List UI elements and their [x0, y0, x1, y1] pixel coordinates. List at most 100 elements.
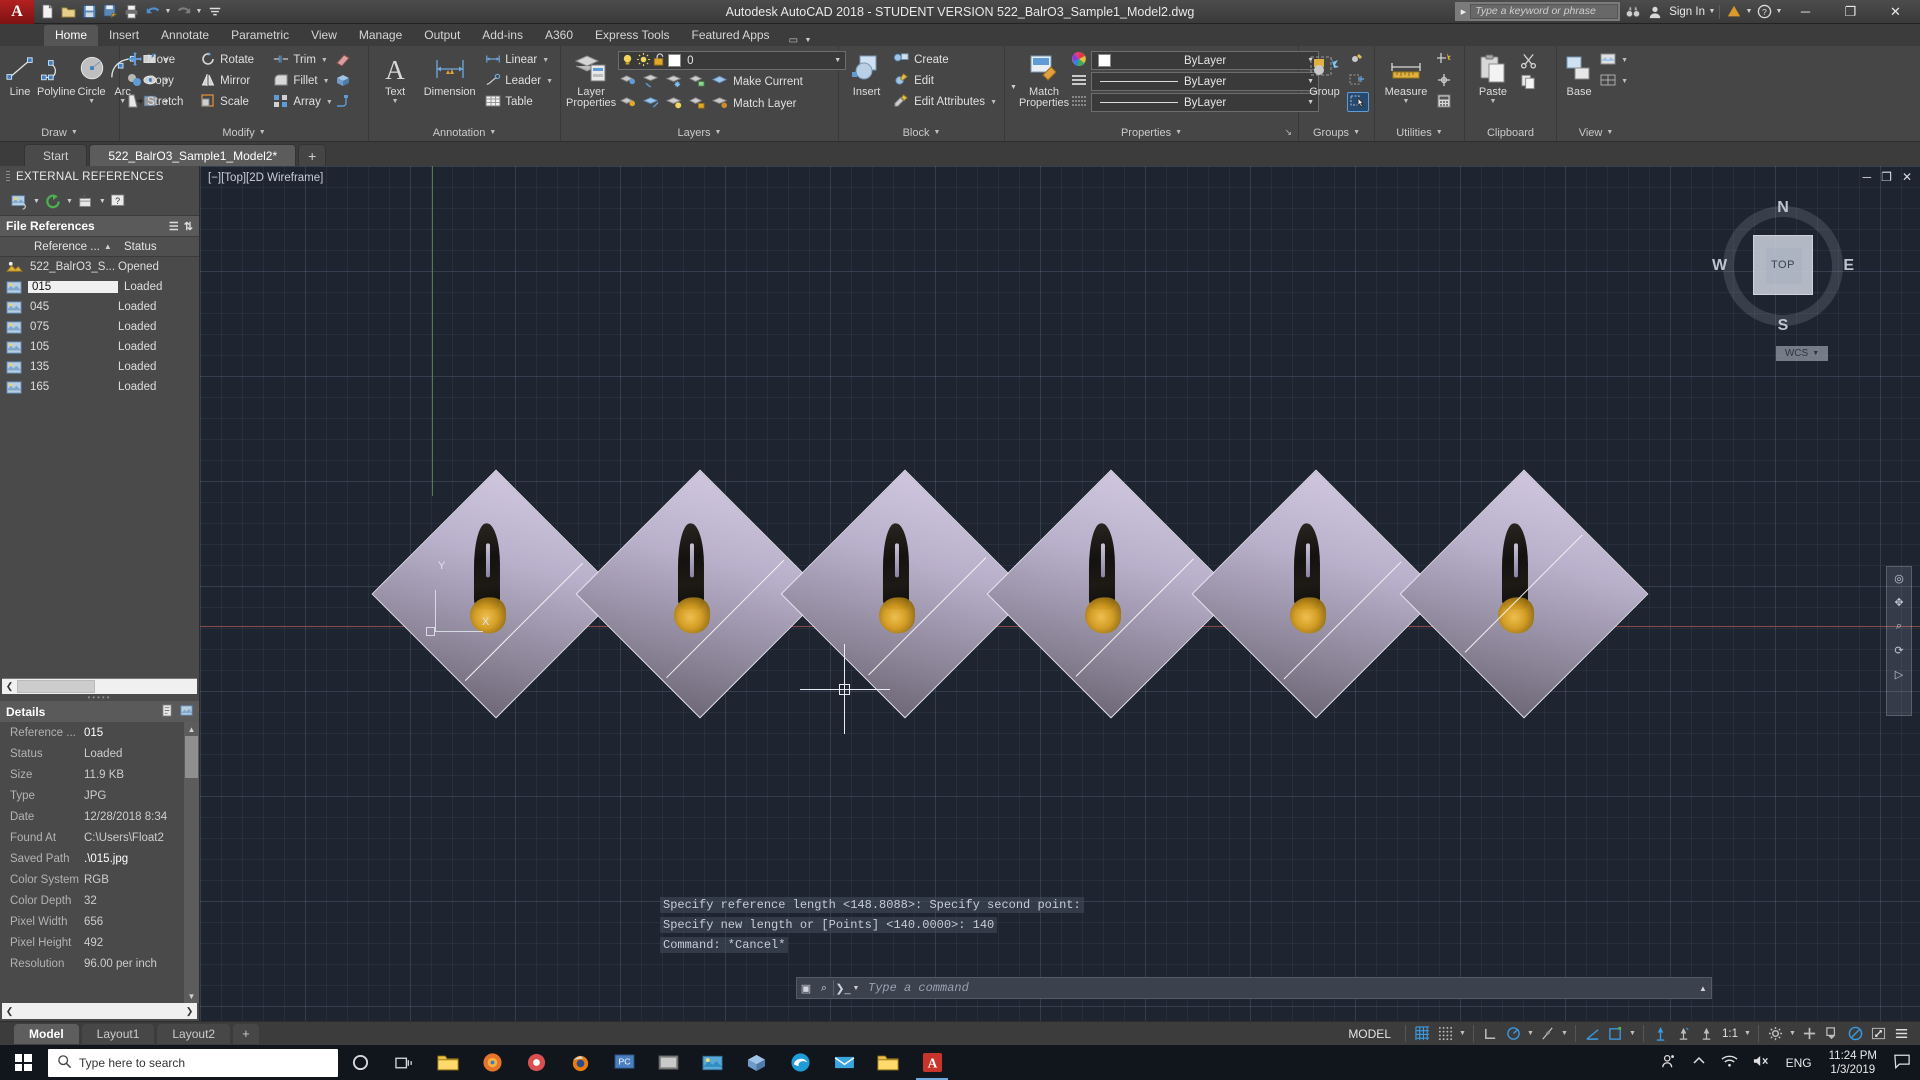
start-button[interactable] — [0, 1045, 46, 1080]
group-edit-button[interactable] — [1347, 71, 1369, 91]
lineweight-icon[interactable] — [1071, 93, 1087, 112]
layer-lock-button[interactable] — [687, 72, 708, 92]
palette-splitter[interactable]: ••••• — [0, 693, 199, 702]
panel-utilities-title[interactable]: Utilities ▼ — [1375, 124, 1464, 141]
erase-button[interactable] — [333, 50, 363, 70]
sun-icon[interactable] — [637, 52, 651, 69]
table-row[interactable]: 105 Loaded — [0, 337, 199, 357]
insert-block-button[interactable]: Insert — [844, 50, 889, 98]
viewport-dropdown-icon[interactable]: ▼ — [1620, 78, 1628, 85]
plot-icon[interactable] — [122, 2, 141, 21]
panel-properties-title[interactable]: Properties ▼ ↘ — [1005, 124, 1298, 141]
ucs-display-icon[interactable] — [1605, 1024, 1626, 1044]
maximize-button[interactable]: ❐ — [1828, 0, 1873, 24]
action-center-icon[interactable] — [1888, 1054, 1916, 1072]
chevron-down-icon[interactable]: ▼ — [259, 129, 266, 136]
taskbar-app-firefox[interactable] — [470, 1045, 514, 1080]
command-dropdown-icon[interactable]: ▼ — [852, 985, 860, 992]
array-dropdown-icon[interactable]: ▼ — [325, 99, 333, 106]
3d-solid-button[interactable] — [333, 71, 363, 91]
taskbar-app-photos[interactable] — [690, 1045, 734, 1080]
exchange-dropdown-icon[interactable]: ▼ — [1745, 8, 1753, 15]
panel-draw-title[interactable]: Draw ▼ — [0, 124, 119, 141]
hardware-accel-icon[interactable] — [1799, 1024, 1820, 1044]
scroll-left-icon[interactable]: ❮ — [2, 1006, 17, 1017]
signin-dropdown-icon[interactable]: ▼ — [1708, 8, 1716, 15]
scroll-thumb[interactable] — [185, 736, 198, 778]
close-button[interactable]: ✕ — [1873, 0, 1918, 24]
viewcube-top-face[interactable]: TOP — [1753, 235, 1813, 295]
grid-display-icon[interactable] — [1412, 1024, 1433, 1044]
customize-icon[interactable]: ▣ — [797, 982, 815, 995]
ribbon-minimize-icon[interactable]: ▼ — [804, 37, 812, 44]
dimension-button[interactable]: Dimension — [418, 50, 481, 98]
full-navigation-wheel-icon[interactable]: ◎ — [1894, 572, 1904, 585]
color-combo[interactable]: ByLayer ▼ — [1091, 51, 1320, 70]
scroll-left-icon[interactable]: ❮ — [2, 681, 17, 692]
viewport-label[interactable]: [−][Top][2D Wireframe] — [208, 172, 323, 184]
details-vscrollbar[interactable]: ▲ ▼ — [184, 722, 199, 1003]
customization-icon[interactable] — [1891, 1024, 1912, 1044]
user-avatar-icon[interactable] — [1644, 1, 1666, 23]
mirror-button[interactable]: Mirror — [198, 71, 271, 91]
table-row[interactable]: 165 Loaded — [0, 377, 199, 397]
tab-express-tools[interactable]: Express Tools — [584, 25, 680, 46]
preview-view-icon[interactable] — [180, 704, 193, 720]
annotation-scale-icon[interactable] — [1696, 1024, 1717, 1044]
trim-dropdown-icon[interactable]: ▼ — [320, 57, 328, 64]
save-as-icon[interactable] — [101, 2, 120, 21]
scroll-down-icon[interactable]: ▼ — [188, 989, 196, 1003]
layout-tab-layout2[interactable]: Layout2 — [157, 1023, 231, 1044]
polyline-button[interactable]: Polyline — [37, 50, 76, 98]
current-layer-combo[interactable]: 0 ▼ — [618, 51, 847, 70]
showmotion-icon[interactable]: ▷ — [1895, 668, 1903, 681]
line-button[interactable]: Line — [5, 50, 35, 98]
viewport-minimize-button[interactable]: ─ — [1863, 170, 1872, 184]
file-tab-new[interactable]: + — [298, 144, 327, 166]
chevron-down-icon[interactable]: ▼ — [1175, 129, 1182, 136]
refresh-dropdown-icon[interactable]: ▼ — [66, 198, 73, 205]
drawing-canvas[interactable]: [−][Top][2D Wireframe] ─ ❐ ✕ Y X TOP N S… — [200, 166, 1920, 1021]
tree-view-icon[interactable]: ⇅ — [184, 220, 193, 233]
taskbar-app-settings[interactable] — [514, 1045, 558, 1080]
save-icon[interactable] — [80, 2, 99, 21]
chevron-down-icon[interactable]: ▼ — [933, 129, 940, 136]
linetype-icon[interactable] — [1071, 72, 1087, 91]
viewport-close-button[interactable]: ✕ — [1902, 170, 1912, 184]
ucs-dropdown-icon[interactable]: ▼ — [1628, 1030, 1637, 1037]
undo-icon[interactable] — [143, 2, 162, 21]
details-view-icon[interactable] — [161, 703, 174, 720]
language-indicator[interactable]: ENG — [1780, 1056, 1818, 1070]
named-view-button[interactable]: ▼ — [1598, 50, 1630, 70]
chevron-down-icon[interactable]: ▼ — [1812, 350, 1819, 357]
tab-addins[interactable]: Add-ins — [471, 25, 534, 46]
taskbar-app-media-player[interactable] — [646, 1045, 690, 1080]
linear-dropdown-icon[interactable]: ▼ — [541, 57, 549, 64]
measure-dropdown-icon[interactable]: ▼ — [1403, 98, 1410, 105]
layer-isolate-button[interactable] — [618, 72, 639, 92]
layout-tab-layout1[interactable]: Layout1 — [81, 1023, 155, 1044]
help-icon[interactable]: ? — [109, 192, 129, 212]
ungroup-button[interactable] — [1347, 50, 1369, 70]
paste-dropdown-icon[interactable]: ▼ — [1490, 98, 1497, 105]
explode-button[interactable] — [333, 92, 363, 112]
change-path-dropdown-icon[interactable]: ▼ — [99, 198, 106, 205]
polar-tracking-icon[interactable] — [1503, 1024, 1524, 1044]
make-current-button[interactable]: Make Current — [710, 72, 805, 92]
annotation-scale-value[interactable]: 1:1 — [1719, 1028, 1741, 1040]
paste-button[interactable]: Paste ▼ — [1470, 50, 1516, 105]
viewcube-south-label[interactable]: S — [1778, 317, 1789, 335]
osnap-track-dropdown-icon[interactable]: ▼ — [1560, 1030, 1569, 1037]
tab-parametric[interactable]: Parametric — [220, 25, 300, 46]
new-icon[interactable] — [38, 2, 57, 21]
taskbar-app-pc[interactable]: PC — [602, 1045, 646, 1080]
layer-properties-button[interactable]: Layer Properties — [566, 50, 616, 109]
edit-attributes-dropdown-icon[interactable]: ▼ — [989, 99, 997, 106]
redo-icon[interactable] — [174, 2, 193, 21]
wcs-selector[interactable]: WCS ▼ — [1776, 346, 1828, 361]
layer-on-button[interactable] — [641, 94, 662, 114]
edit-block-button[interactable]: Edit — [891, 71, 999, 91]
tab-a360[interactable]: A360 — [534, 25, 584, 46]
panel-annotation-title[interactable]: Annotation ▼ — [369, 124, 560, 141]
attach-dwg-icon[interactable] — [10, 192, 30, 212]
